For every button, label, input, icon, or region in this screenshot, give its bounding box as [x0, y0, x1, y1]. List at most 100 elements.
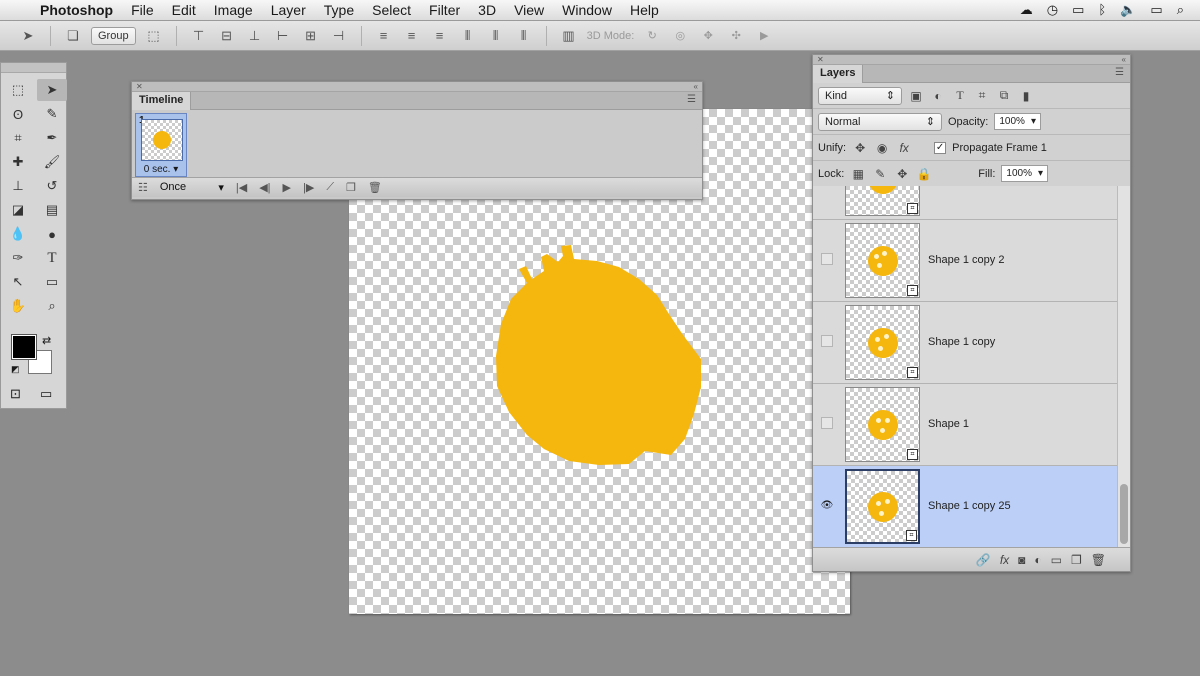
eye-icon[interactable]: 👁: [821, 499, 834, 511]
visibility-toggle[interactable]: [821, 335, 833, 347]
layer-row[interactable]: ⌗ Shape 1: [813, 384, 1117, 466]
tab-layers[interactable]: Layers: [813, 65, 864, 83]
unify-style-icon[interactable]: fx: [896, 141, 912, 155]
close-icon[interactable]: ✕: [817, 55, 824, 64]
screen-mode-icon[interactable]: ▭: [40, 386, 52, 402]
move-tool-icon[interactable]: ➤: [37, 79, 67, 101]
crop-tool-icon[interactable]: ⌗: [3, 127, 33, 149]
dodge-tool-icon[interactable]: ●: [37, 223, 67, 245]
lock-all-icon[interactable]: 🔒: [916, 167, 932, 181]
adjustment-layer-filter-icon[interactable]: ◐: [930, 89, 946, 103]
previous-frame-icon[interactable]: ◀|: [259, 181, 270, 194]
layer-row[interactable]: ⌗: [813, 186, 1117, 220]
quick-selection-tool-icon[interactable]: ✎: [37, 103, 67, 125]
hand-tool-icon[interactable]: ✋: [3, 295, 33, 317]
close-icon[interactable]: ✕: [136, 82, 143, 91]
propagate-checkbox[interactable]: ✓: [934, 141, 947, 154]
link-layers-icon[interactable]: 🔗: [976, 553, 991, 567]
distribute-vertical-centers-icon[interactable]: ≡: [402, 28, 422, 43]
default-colors-icon[interactable]: ◩: [11, 364, 20, 375]
gradient-tool-icon[interactable]: ▤: [37, 199, 67, 221]
animation-frame[interactable]: 1 0 sec. ▾: [135, 113, 187, 177]
visibility-toggle[interactable]: [821, 253, 833, 265]
menu-select[interactable]: Select: [372, 2, 411, 18]
volume-icon[interactable]: 🔈: [1120, 2, 1136, 18]
new-adjustment-layer-icon[interactable]: ◐: [1034, 553, 1041, 567]
distribute-bottom-icon[interactable]: ≡: [430, 28, 450, 43]
distribute-top-icon[interactable]: ≡: [374, 28, 394, 43]
zoom-tool-icon[interactable]: ⌕: [37, 295, 67, 317]
menu-3d[interactable]: 3D: [478, 2, 496, 18]
show-transform-controls-icon[interactable]: ⬚: [144, 28, 164, 44]
spotlight-icon[interactable]: ⌕: [1177, 2, 1184, 18]
menu-edit[interactable]: Edit: [172, 2, 196, 18]
shape-layer-filter-icon[interactable]: ⌗: [974, 88, 990, 103]
auto-align-layers-icon[interactable]: ▥: [559, 28, 579, 44]
tab-timeline[interactable]: Timeline: [132, 92, 192, 110]
menu-layer[interactable]: Layer: [271, 2, 306, 18]
add-mask-icon[interactable]: ◙: [1018, 553, 1025, 567]
layers-scrollbar[interactable]: [1117, 186, 1130, 547]
creative-cloud-icon[interactable]: ☁: [1020, 2, 1033, 18]
fill-field[interactable]: 100% ▾: [1001, 165, 1049, 182]
next-frame-icon[interactable]: |▶: [303, 181, 314, 194]
pixel-layer-filter-icon[interactable]: ▣: [908, 89, 924, 103]
align-bottom-icon[interactable]: ⊥: [245, 28, 265, 44]
collapse-icon[interactable]: «: [1122, 55, 1126, 64]
filter-kind-dropdown[interactable]: Kind ⇕: [818, 86, 902, 105]
menu-filter[interactable]: Filter: [429, 2, 460, 18]
play-icon[interactable]: ▶: [283, 181, 291, 194]
frame-delay-dropdown[interactable]: 0 sec. ▾: [136, 164, 186, 175]
brush-tool-icon[interactable]: 🖌: [37, 151, 67, 173]
menu-view[interactable]: View: [514, 2, 544, 18]
quick-mask-icon[interactable]: ⊡: [10, 386, 21, 402]
tween-icon[interactable]: ⟋: [326, 181, 334, 194]
display-icon[interactable]: ▭: [1072, 2, 1084, 18]
distribute-right-icon[interactable]: ⫴: [514, 28, 534, 44]
menu-window[interactable]: Window: [562, 2, 612, 18]
first-frame-icon[interactable]: |◀: [236, 181, 247, 194]
distribute-left-icon[interactable]: ⫴: [458, 28, 478, 44]
panel-menu-icon[interactable]: ☰: [1115, 67, 1124, 78]
time-machine-icon[interactable]: ◷: [1047, 2, 1058, 18]
menu-file[interactable]: File: [131, 2, 154, 18]
loop-options-dropdown[interactable]: Once ▾: [160, 181, 224, 194]
unify-position-icon[interactable]: ✥: [852, 141, 868, 155]
lock-transparent-pixels-icon[interactable]: ▦: [850, 167, 866, 181]
opacity-field[interactable]: 100% ▾: [994, 113, 1041, 130]
delete-layer-icon[interactable]: 🗑: [1091, 553, 1106, 567]
filter-toggle-icon[interactable]: ▮: [1018, 89, 1034, 103]
duplicate-frame-icon[interactable]: ❐: [346, 181, 356, 194]
foreground-color-swatch[interactable]: [11, 334, 37, 360]
rectangular-marquee-tool-icon[interactable]: ⬚: [3, 79, 33, 101]
timeline-panel-header[interactable]: ✕ «: [132, 82, 702, 92]
blend-mode-dropdown[interactable]: Normal ⇕: [818, 112, 942, 131]
menu-help[interactable]: Help: [630, 2, 659, 18]
swap-colors-icon[interactable]: ⇄: [42, 334, 51, 347]
type-layer-filter-icon[interactable]: T: [952, 88, 968, 103]
eraser-tool-icon[interactable]: ◪: [3, 199, 33, 221]
move-tool-preset-icon[interactable]: ➤: [18, 28, 38, 44]
path-selection-tool-icon[interactable]: ↖: [3, 271, 33, 293]
blur-tool-icon[interactable]: 💧: [3, 223, 33, 245]
type-tool-icon[interactable]: T: [37, 247, 67, 269]
align-vertical-centers-icon[interactable]: ⊟: [217, 28, 237, 44]
align-top-icon[interactable]: ⊤: [189, 28, 209, 44]
layer-row[interactable]: ⌗ Shape 1 copy: [813, 302, 1117, 384]
history-brush-tool-icon[interactable]: ↺: [37, 175, 67, 197]
tools-panel-header[interactable]: [1, 63, 66, 73]
layer-row-selected[interactable]: 👁 ⌗ Shape 1 copy 25: [813, 466, 1117, 547]
convert-to-video-timeline-icon[interactable]: ☷: [138, 181, 148, 194]
new-group-icon[interactable]: ▭: [1051, 553, 1062, 567]
distribute-horizontal-centers-icon[interactable]: ⫴: [486, 28, 506, 44]
collapse-icon[interactable]: «: [694, 82, 698, 91]
airplay-icon[interactable]: ▭: [1150, 2, 1162, 18]
panel-menu-icon[interactable]: ☰: [687, 94, 696, 105]
auto-select-dropdown[interactable]: Group: [91, 26, 136, 45]
rectangle-tool-icon[interactable]: ▭: [37, 271, 67, 293]
menu-type[interactable]: Type: [324, 2, 354, 18]
align-right-icon[interactable]: ⊣: [329, 28, 349, 44]
visibility-toggle[interactable]: [821, 417, 833, 429]
healing-brush-tool-icon[interactable]: ✚: [3, 151, 33, 173]
lasso-tool-icon[interactable]: ʘ: [3, 103, 33, 125]
